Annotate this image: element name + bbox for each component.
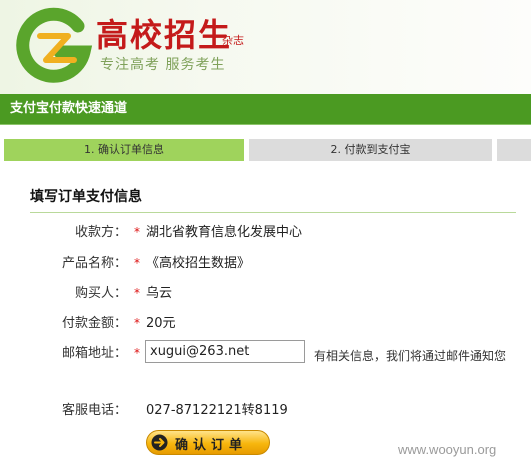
service-phone-value: 027-87122121转8119 <box>146 403 288 418</box>
payee-label: 收款方： <box>74 225 127 240</box>
brand-subtitle: 杂志 <box>222 34 244 47</box>
email-label: 邮箱地址： <box>61 346 127 361</box>
page-title-bar: 支付宝付款快速通道 <box>0 94 531 124</box>
required-mark: * <box>134 256 140 270</box>
page-title: 支付宝付款快速通道 <box>10 101 128 116</box>
brand-logo-icon <box>16 7 93 83</box>
amount-value: 20元 <box>146 316 176 331</box>
payee-value: 湖北省教育信息化发展中心 <box>146 225 303 240</box>
brand-title: 高校招生 <box>96 16 233 54</box>
product-value: 《高校招生数据》 <box>146 256 251 271</box>
service-phone-label: 客服电话： <box>61 403 127 418</box>
step-confirm-order: 1. 确认订单信息 <box>4 139 244 161</box>
section-divider <box>30 212 516 213</box>
buyer-label: 购买人： <box>74 286 127 301</box>
step-pay-alipay: 2. 付款到支付宝 <box>249 139 492 161</box>
arrow-right-circle-icon <box>151 434 168 451</box>
site-header: 高校招生 杂志 专注高考 服务考生 <box>0 0 531 94</box>
amount-label: 付款金额： <box>61 316 127 331</box>
required-mark: * <box>134 225 140 239</box>
brand-tagline: 专注高考 服务考生 <box>100 57 226 73</box>
email-field[interactable] <box>145 340 305 363</box>
watermark: www.wooyun.org <box>398 442 497 457</box>
title-divider <box>0 124 531 125</box>
confirm-order-label: 确认订单 <box>175 438 248 453</box>
buyer-value: 乌云 <box>146 286 173 301</box>
step-next <box>497 139 531 161</box>
progress-steps: 1. 确认订单信息 2. 付款到支付宝 <box>0 139 531 161</box>
confirm-order-button[interactable]: 确认订单 <box>146 430 270 455</box>
required-mark: * <box>134 286 140 300</box>
required-mark: * <box>134 346 140 360</box>
section-title: 填写订单支付信息 <box>30 189 142 205</box>
email-hint: 有相关信息，我们将通过邮件通知您 <box>314 349 507 363</box>
required-mark: * <box>134 316 140 330</box>
product-label: 产品名称： <box>61 256 127 271</box>
